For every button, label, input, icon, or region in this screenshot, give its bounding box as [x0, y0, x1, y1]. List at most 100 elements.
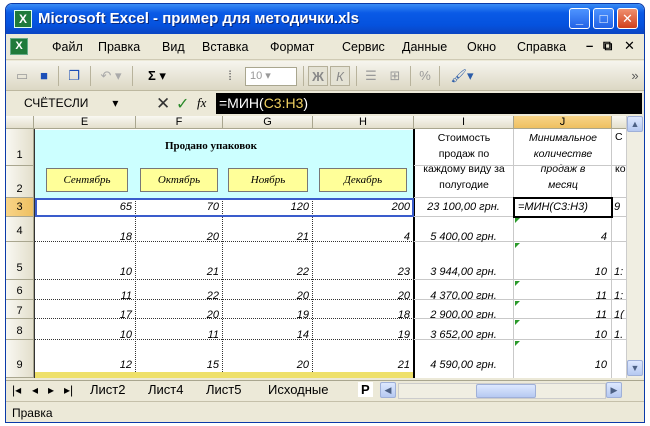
cell-i4[interactable]: 5 400,00 грн.	[415, 217, 512, 242]
cell-j7[interactable]: 11	[515, 300, 610, 319]
formula-input[interactable]: =МИН(C3:H3)	[216, 93, 642, 114]
cell-g4[interactable]: 21	[223, 217, 312, 242]
name-box[interactable]: СЧЁТЕСЛИ ▾	[8, 94, 126, 113]
first-sheet-icon[interactable]: |◂	[12, 383, 21, 397]
row-header-9[interactable]: 9	[6, 340, 34, 378]
row-header-4[interactable]: 4	[6, 217, 34, 242]
cell-f8[interactable]: 11	[136, 319, 222, 340]
cell-g9[interactable]: 20	[223, 340, 312, 372]
menu-data[interactable]: Данные	[402, 40, 447, 54]
scroll-up-icon[interactable]: ▲	[627, 116, 643, 132]
menu-view[interactable]: Вид	[162, 40, 185, 54]
doc-restore-icon[interactable]: ⧉	[603, 38, 612, 54]
copy-icon[interactable]: ❐	[64, 66, 84, 86]
cell-k4[interactable]	[614, 217, 626, 242]
cell-g7[interactable]: 19	[223, 300, 312, 319]
cell-i8[interactable]: 3 652,00 грн.	[415, 319, 512, 340]
cell-k8[interactable]: 1.	[614, 319, 626, 340]
enter-icon[interactable]: ✓	[176, 94, 189, 114]
col-header-e[interactable]: E	[34, 116, 136, 129]
cell-k9[interactable]	[614, 340, 626, 372]
cell-i5[interactable]: 3 944,00 грн.	[415, 242, 512, 280]
font-size-select[interactable]: 10 ▾	[245, 67, 297, 86]
menu-file[interactable]: Файл	[52, 40, 83, 54]
toolbar-grip-icon[interactable]: ⁞	[224, 66, 236, 86]
cell-k3[interactable]: 9	[614, 198, 626, 217]
toolbar-options-icon[interactable]: »	[630, 66, 640, 86]
excel-icon[interactable]: X	[14, 10, 32, 28]
cell-f4[interactable]: 20	[136, 217, 222, 242]
menu-edit[interactable]: Правка	[98, 40, 140, 54]
cell-i3[interactable]: 23 100,00 грн.	[415, 198, 512, 217]
month-september[interactable]: Сентябрь	[46, 168, 128, 192]
cell-i7[interactable]: 2 900,00 грн.	[415, 300, 512, 319]
scroll-left-icon[interactable]: ◀	[380, 382, 396, 398]
cell-e9[interactable]: 12	[35, 340, 135, 372]
tab-sheet5[interactable]: Лист5	[206, 382, 241, 397]
doc-minimize-icon[interactable]: –	[586, 38, 593, 53]
maximize-button[interactable]: □	[593, 8, 614, 29]
cell-i9[interactable]: 4 590,00 грн.	[415, 340, 512, 372]
autosum-button[interactable]: Σ ▾	[137, 66, 177, 86]
cell-e6[interactable]: 11	[35, 280, 135, 300]
col-header-i[interactable]: I	[414, 116, 514, 129]
cell-h7[interactable]: 18	[313, 300, 413, 319]
menu-tools[interactable]: Сервис	[342, 40, 385, 54]
cell-g6[interactable]: 20	[223, 280, 312, 300]
save-icon[interactable]: ■	[34, 66, 54, 86]
select-all-corner[interactable]	[6, 116, 34, 129]
cell-h4[interactable]: 4	[313, 217, 413, 242]
new-icon[interactable]: ▭	[12, 66, 32, 86]
cell-h5[interactable]: 23	[313, 242, 413, 280]
menu-help[interactable]: Справка	[517, 40, 566, 54]
scroll-right-icon[interactable]: ▶	[606, 382, 622, 398]
menu-format[interactable]: Формат	[270, 40, 314, 54]
row-header-3[interactable]: 3	[6, 198, 34, 217]
month-december[interactable]: Декабрь	[319, 168, 407, 192]
col-header-g[interactable]: G	[223, 116, 313, 129]
row-header-5[interactable]: 5	[6, 242, 34, 280]
fill-color-button[interactable]: 🖌▾	[444, 66, 480, 86]
cell-e8[interactable]: 10	[35, 319, 135, 340]
tab-active[interactable]: Р	[358, 382, 373, 397]
row-header-1[interactable]: 1	[6, 129, 34, 166]
cell-h9[interactable]: 21	[313, 340, 413, 372]
bold-button[interactable]: Ж	[308, 66, 328, 86]
cell-f7[interactable]: 20	[136, 300, 222, 319]
row-header-8[interactable]: 8	[6, 319, 34, 340]
cell-j9[interactable]: 10	[515, 340, 610, 372]
cell-j5[interactable]: 10	[515, 242, 610, 280]
cell-f9[interactable]: 15	[136, 340, 222, 372]
tab-sheet4[interactable]: Лист4	[148, 382, 183, 397]
cell-g8[interactable]: 14	[223, 319, 312, 340]
month-november[interactable]: Ноябрь	[228, 168, 308, 192]
cell-h8[interactable]: 19	[313, 319, 413, 340]
tab-source[interactable]: Исходные	[268, 382, 328, 397]
month-october[interactable]: Октябрь	[140, 168, 218, 192]
col-header-h[interactable]: H	[313, 116, 414, 129]
last-sheet-icon[interactable]: ▸|	[64, 383, 73, 397]
align-center-icon[interactable]: ☰	[361, 66, 381, 86]
workbook-icon[interactable]: X	[10, 38, 28, 55]
scroll-thumb[interactable]	[476, 384, 536, 398]
col-header-j[interactable]: J	[514, 116, 612, 129]
cell-e5[interactable]: 10	[35, 242, 135, 280]
cell-f6[interactable]: 22	[136, 280, 222, 300]
next-sheet-icon[interactable]: ▸	[48, 383, 54, 397]
cell-k6[interactable]: 1:	[614, 280, 626, 300]
close-button[interactable]: ✕	[617, 8, 638, 29]
minimize-button[interactable]: _	[569, 8, 590, 29]
spreadsheet-grid[interactable]: E F G H I J 1 2 3 4 5 6 7 8 9 Продано уп…	[6, 116, 626, 378]
percent-button[interactable]: %	[415, 66, 435, 86]
cell-f5[interactable]: 21	[136, 242, 222, 280]
menu-insert[interactable]: Вставка	[202, 40, 248, 54]
tab-sheet2[interactable]: Лист2	[90, 382, 125, 397]
cell-h3[interactable]: 200	[313, 198, 413, 217]
col-header-f[interactable]: F	[136, 116, 223, 129]
row-header-6[interactable]: 6	[6, 280, 34, 300]
cell-e3[interactable]: 65	[35, 198, 135, 217]
scroll-down-icon[interactable]: ▼	[627, 360, 643, 376]
cell-h6[interactable]: 20	[313, 280, 413, 300]
doc-close-icon[interactable]: ✕	[624, 38, 635, 54]
cell-k5[interactable]: 1:	[614, 242, 626, 280]
